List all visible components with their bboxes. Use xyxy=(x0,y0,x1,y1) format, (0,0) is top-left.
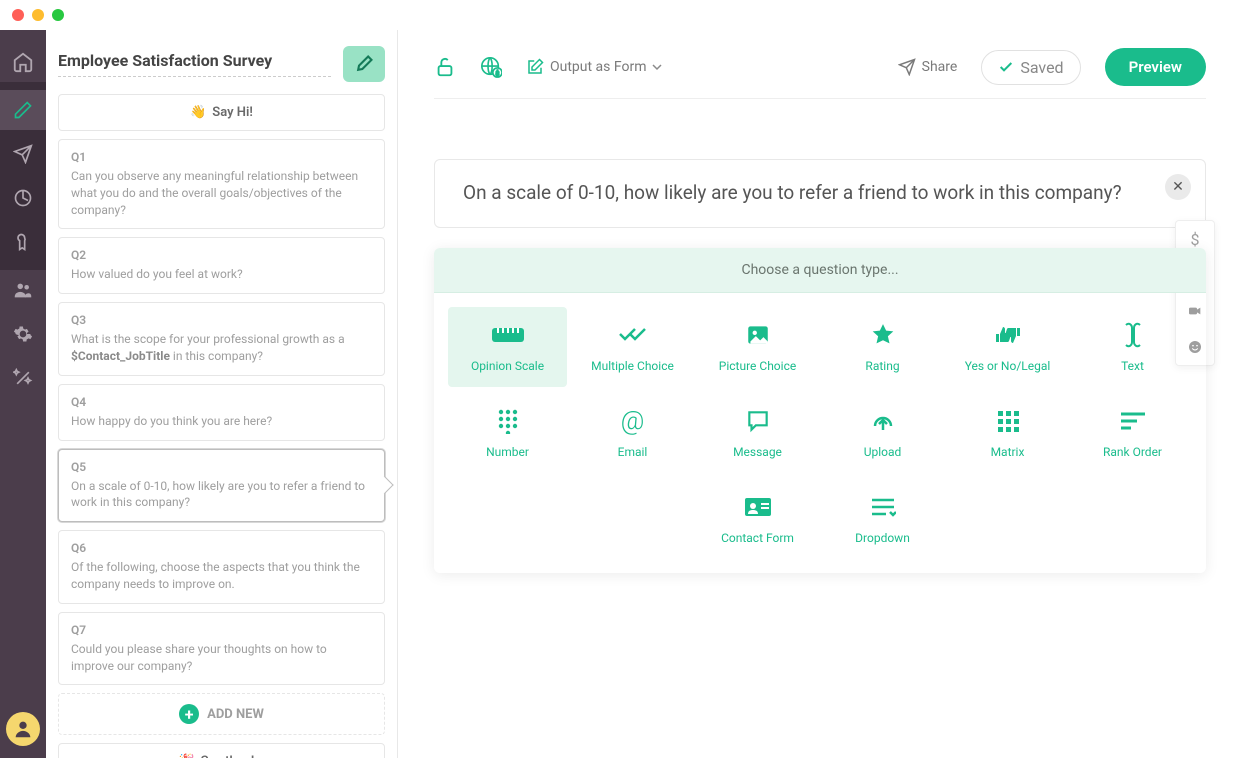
text-icon xyxy=(1122,321,1144,349)
chat-icon xyxy=(745,407,771,435)
add-new-button[interactable]: + ADD NEW xyxy=(58,693,385,735)
build-icon[interactable] xyxy=(0,222,46,262)
question-id: Q5 xyxy=(71,460,372,474)
toolbar: $ Output as Form Share Saved Preview xyxy=(434,48,1206,99)
question-card[interactable]: Q6 Of the following, choose the aspects t… xyxy=(58,530,385,604)
say-thanks-card[interactable]: 🎉 Say thanks xyxy=(58,743,385,758)
wave-icon: 👋 xyxy=(190,105,206,120)
questions-panel: Employee Satisfaction Survey 👋 Say Hi! Q… xyxy=(46,30,398,758)
at-icon: @ xyxy=(621,407,645,435)
chevron-down-icon xyxy=(652,62,662,72)
question-text: Could you please share your thoughts on … xyxy=(71,641,372,675)
rank-icon xyxy=(1119,407,1147,435)
question-id: Q3 xyxy=(71,313,372,327)
dropdown-icon xyxy=(870,493,896,521)
question-type-rating[interactable]: Rating xyxy=(823,307,942,387)
saved-indicator: Saved xyxy=(981,50,1080,85)
question-type-rank-order[interactable]: Rank Order xyxy=(1073,393,1192,473)
question-type-opinion-scale[interactable]: Opinion Scale xyxy=(448,307,567,387)
question-card[interactable]: Q2 How valued do you feel at work? xyxy=(58,237,385,294)
question-text: How happy do you think you are here? xyxy=(71,413,372,430)
globe-currency-icon[interactable]: $ xyxy=(480,56,502,78)
grid-icon xyxy=(996,407,1020,435)
close-window-button[interactable] xyxy=(12,9,24,21)
question-card[interactable]: Q1 Can you observe any meaningful relatio… xyxy=(58,139,385,229)
confetti-icon: 🎉 xyxy=(178,754,194,758)
plus-icon: + xyxy=(179,704,199,724)
question-id: Q7 xyxy=(71,623,372,637)
preview-button[interactable]: Preview xyxy=(1105,48,1206,86)
edit-icon[interactable] xyxy=(0,90,46,130)
type-panel-title: Choose a question type... xyxy=(434,248,1206,293)
question-editor: On a scale of 0-10, how likely are you t… xyxy=(434,159,1206,228)
question-text: Can you observe any meaningful relations… xyxy=(71,168,372,218)
send-icon[interactable] xyxy=(0,134,46,174)
minimize-window-button[interactable] xyxy=(32,9,44,21)
home-icon[interactable] xyxy=(0,42,46,82)
maximize-window-button[interactable] xyxy=(52,9,64,21)
question-card[interactable]: Q3 What is the scope for your professiona… xyxy=(58,302,385,376)
question-type-upload[interactable]: Upload xyxy=(823,393,942,473)
image-icon xyxy=(745,321,771,349)
star-icon xyxy=(870,321,896,349)
checks-icon xyxy=(618,321,648,349)
survey-title[interactable]: Employee Satisfaction Survey xyxy=(58,51,331,77)
question-id: Q2 xyxy=(71,248,372,262)
question-id: Q4 xyxy=(71,395,372,409)
upload-icon xyxy=(869,407,897,435)
question-type-yes-or-no-legal[interactable]: Yes or No/Legal xyxy=(948,307,1067,387)
question-type-dropdown[interactable]: Dropdown xyxy=(823,479,942,559)
reports-icon[interactable] xyxy=(0,178,46,218)
question-type-contact-form[interactable]: Contact Form xyxy=(698,479,817,559)
question-id: Q6 xyxy=(71,541,372,555)
question-type-text[interactable]: Text xyxy=(1073,307,1192,387)
say-hi-card[interactable]: 👋 Say Hi! xyxy=(58,94,385,131)
nav-rail xyxy=(0,30,46,758)
close-icon[interactable]: ✕ xyxy=(1165,174,1191,200)
question-type-multiple-choice[interactable]: Multiple Choice xyxy=(573,307,692,387)
thumbs-icon xyxy=(993,321,1023,349)
window-titlebar xyxy=(0,0,1242,30)
question-type-matrix[interactable]: Matrix xyxy=(948,393,1067,473)
design-button[interactable] xyxy=(343,46,385,82)
question-text: How valued do you feel at work? xyxy=(71,266,372,283)
check-icon xyxy=(998,59,1014,75)
settings-icon[interactable] xyxy=(0,314,46,354)
question-card[interactable]: Q5 On a scale of 0-10, how likely are you… xyxy=(58,449,385,523)
question-text: On a scale of 0-10, how likely are you t… xyxy=(71,478,372,512)
lock-open-icon[interactable] xyxy=(434,56,456,78)
keypad-icon xyxy=(496,407,520,435)
question-type-email[interactable]: @Email xyxy=(573,393,692,473)
ruler-icon xyxy=(490,321,526,349)
contact-icon xyxy=(743,493,773,521)
avatar[interactable] xyxy=(6,712,40,746)
question-card[interactable]: Q7 Could you please share your thoughts o… xyxy=(58,612,385,686)
output-mode-button[interactable]: Output as Form xyxy=(526,58,662,76)
question-text: Of the following, choose the aspects tha… xyxy=(71,559,372,593)
main-area: $ Output as Form Share Saved Preview xyxy=(398,30,1242,758)
question-text-input[interactable]: On a scale of 0-10, how likely are you t… xyxy=(463,180,1177,207)
question-text: What is the scope for your professional … xyxy=(71,331,372,365)
svg-text:$: $ xyxy=(496,69,500,77)
question-type-number[interactable]: Number xyxy=(448,393,567,473)
question-card[interactable]: Q4 How happy do you think you are here? xyxy=(58,384,385,441)
question-type-panel: Choose a question type... Opinion ScaleM… xyxy=(434,248,1206,573)
magic-icon[interactable] xyxy=(0,358,46,398)
question-type-message[interactable]: Message xyxy=(698,393,817,473)
question-id: Q1 xyxy=(71,150,372,164)
share-button[interactable]: Share xyxy=(898,58,958,76)
users-icon[interactable] xyxy=(0,270,46,310)
question-type-picture-choice[interactable]: Picture Choice xyxy=(698,307,817,387)
